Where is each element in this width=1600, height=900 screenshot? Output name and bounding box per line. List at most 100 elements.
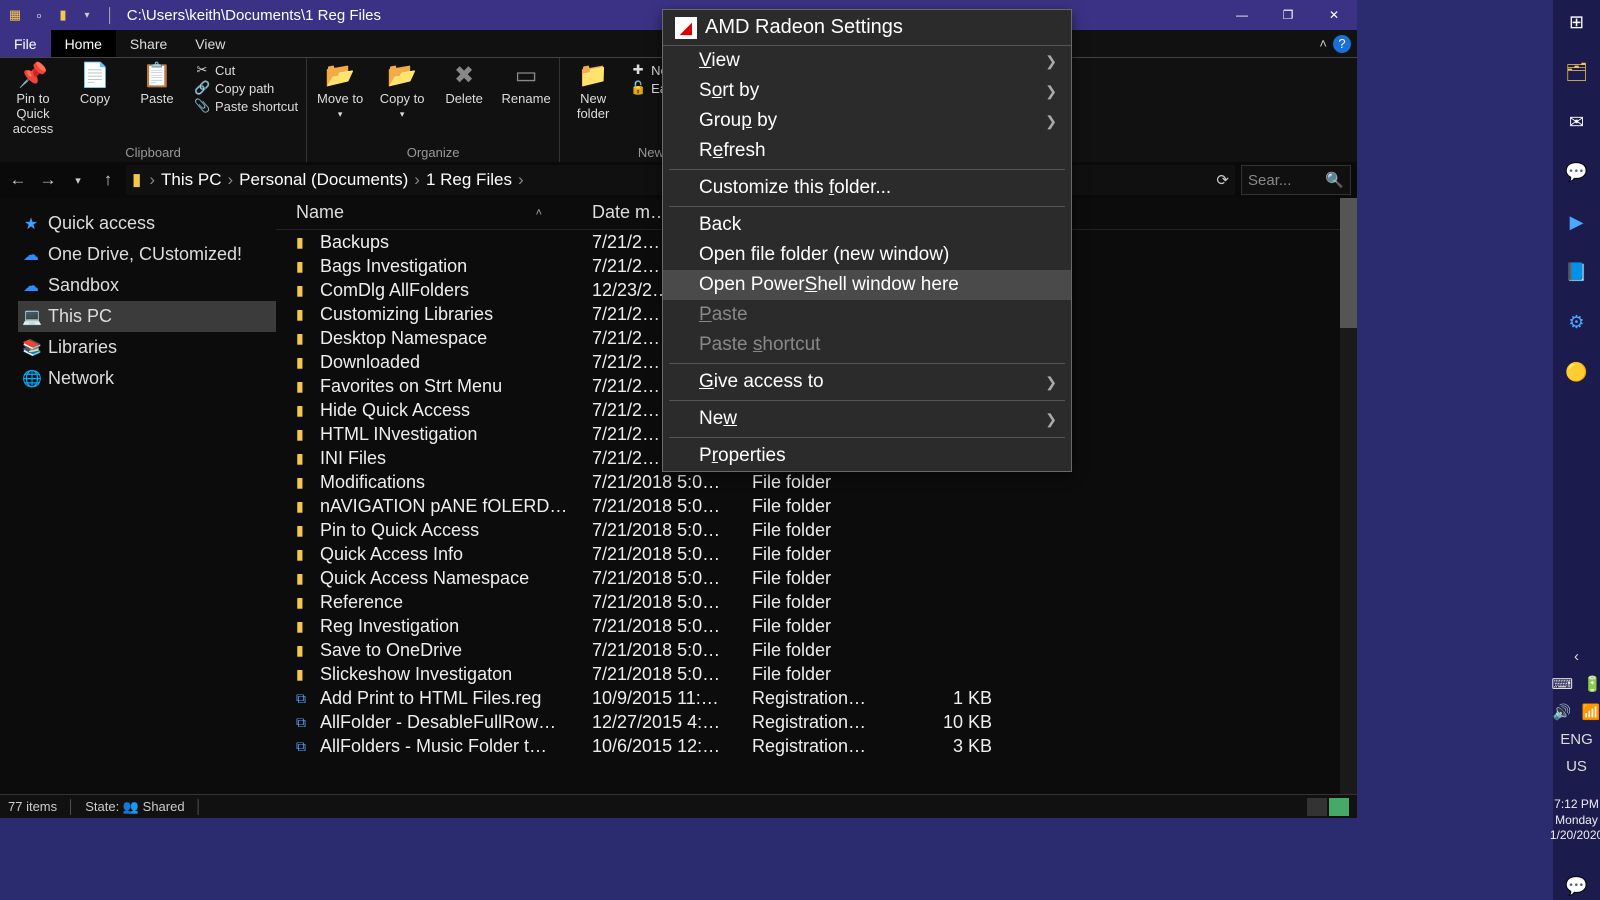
chevron-right-icon[interactable]: ›	[518, 170, 524, 190]
file-row[interactable]: ▮Reference7/21/2018 5:0…File folder	[276, 590, 1357, 614]
taskbar-chrome-icon[interactable]: 🟡	[1563, 358, 1591, 386]
ribbon-collapse-icon[interactable]: ˄	[1319, 36, 1327, 51]
chevron-right-icon[interactable]: ›	[228, 170, 234, 190]
moveto-button[interactable]: 📂Move to▾	[311, 60, 369, 119]
context-menu-item[interactable]: View❯	[663, 46, 1071, 76]
file-row[interactable]: ⧉AllFolder - DesableFullRow…12/27/2015 4…	[276, 710, 1357, 734]
copyto-button[interactable]: 📂Copy to▾	[373, 60, 431, 119]
tray-expand-icon[interactable]: ‹	[1574, 648, 1579, 665]
tray-language[interactable]: ENG	[1560, 731, 1593, 748]
cut-button[interactable]: ✂Cut	[190, 62, 302, 78]
file-name: Reg Investigation	[320, 616, 592, 637]
delete-button[interactable]: ✖Delete	[435, 60, 493, 107]
context-menu-item[interactable]: Back	[663, 210, 1071, 240]
file-row[interactable]: ▮Pin to Quick Access7/21/2018 5:0…File f…	[276, 518, 1357, 542]
view-details-button[interactable]	[1307, 798, 1327, 816]
taskbar-mail-icon[interactable]: ✉	[1563, 108, 1591, 136]
file-row[interactable]: ⧉AllFolders - Music Folder t…10/6/2015 1…	[276, 734, 1357, 758]
navpane-item[interactable]: 🌐Network	[18, 363, 276, 394]
vertical-scrollbar[interactable]	[1340, 198, 1357, 794]
context-menu-item[interactable]: Refresh	[663, 136, 1071, 166]
col-name[interactable]: Name	[296, 202, 344, 223]
taskbar-notes-icon[interactable]: 📘	[1563, 258, 1591, 286]
newfolder-button[interactable]: 📁New folder	[564, 60, 622, 122]
navpane-item[interactable]: ☁Sandbox	[18, 270, 276, 301]
tab-file[interactable]: File	[0, 30, 51, 57]
minimize-button[interactable]: —	[1219, 0, 1265, 30]
file-row[interactable]: ▮Reg Investigation7/21/2018 5:0…File fol…	[276, 614, 1357, 638]
qat-save-icon[interactable]: ▫	[30, 6, 48, 24]
file-type: Registration…	[752, 688, 922, 709]
taskbar[interactable]: ⊞ 🗂 ✉ 💬 ▶ 📘 ⚙ 🟡 ‹ ⌨ 🔋 🔊 📶 ENG US 7:12 PM M…	[1553, 0, 1600, 900]
qat-folder-icon[interactable]: ▮	[54, 6, 72, 24]
navpane-item-icon: 📚	[22, 338, 40, 358]
pasteshortcut-button[interactable]: 📎Paste shortcut	[190, 98, 302, 114]
context-menu-item[interactable]: Sort by❯	[663, 76, 1071, 106]
nav-forward-button[interactable]: →	[36, 168, 60, 192]
taskbar-clock[interactable]: 7:12 PM Monday 1/20/2020	[1550, 797, 1600, 850]
nav-history-button[interactable]: ▾	[66, 168, 90, 192]
tab-view[interactable]: View	[181, 30, 239, 57]
taskbar-settings-icon[interactable]: ⚙	[1563, 308, 1591, 336]
start-button[interactable]: ⊞	[1563, 8, 1591, 36]
view-icons-button[interactable]	[1329, 798, 1349, 816]
taskbar-powershell-icon[interactable]: ▶	[1563, 208, 1591, 236]
scrollbar-thumb[interactable]	[1340, 198, 1357, 328]
context-menu-item[interactable]: Open file folder (new window)	[663, 240, 1071, 270]
chevron-right-icon[interactable]: ›	[149, 170, 155, 190]
action-center-icon[interactable]: 💬	[1563, 872, 1591, 900]
qat-dropdown-icon[interactable]: ▾	[78, 6, 96, 24]
context-menu-item[interactable]: New❯	[663, 404, 1071, 434]
file-row[interactable]: ⧉Add Print to HTML Files.reg10/9/2015 11…	[276, 686, 1357, 710]
copypath-button[interactable]: 🔗Copy path	[190, 80, 302, 96]
file-row[interactable]: ▮Quick Access Info7/21/2018 5:0…File fol…	[276, 542, 1357, 566]
file-row[interactable]: ▮Modifications7/21/2018 5:0…File folder	[276, 470, 1357, 494]
context-menu-item[interactable]: Customize this folder...	[663, 173, 1071, 203]
context-menu-item[interactable]: Give access to❯	[663, 367, 1071, 397]
nav-back-button[interactable]: ←	[6, 168, 30, 192]
context-menu[interactable]: ◢ AMD Radeon Settings View❯Sort by❯Group…	[662, 9, 1072, 472]
close-button[interactable]: ✕	[1311, 0, 1357, 30]
refresh-button[interactable]: ⟳	[1216, 171, 1229, 189]
nav-up-button[interactable]: ↑	[96, 168, 120, 192]
context-menu-item[interactable]: Open PowerShell window here	[663, 270, 1071, 300]
sort-asc-icon[interactable]: ˄	[536, 207, 592, 219]
context-menu-item[interactable]: Properties	[663, 441, 1071, 471]
taskbar-chat-icon[interactable]: 💬	[1563, 158, 1591, 186]
maximize-button[interactable]: ❐	[1265, 0, 1311, 30]
context-menu-item[interactable]: Group by❯	[663, 106, 1071, 136]
taskbar-explorer-icon[interactable]: 🗂	[1563, 58, 1591, 86]
tab-home[interactable]: Home	[51, 30, 116, 57]
crumb-documents[interactable]: Personal (Documents)	[239, 170, 408, 190]
file-row[interactable]: ▮Slickeshow Investigaton7/21/2018 5:0…Fi…	[276, 662, 1357, 686]
system-tray[interactable]: ‹ ⌨ 🔋 🔊 📶 ENG US	[1551, 648, 1600, 775]
navpane-item[interactable]: ★Quick access	[18, 208, 276, 239]
rename-button[interactable]: ▭Rename	[497, 60, 555, 107]
copy-button[interactable]: 📄Copy	[66, 60, 124, 107]
chevron-right-icon[interactable]: ›	[414, 170, 420, 190]
context-menu-header[interactable]: ◢ AMD Radeon Settings	[663, 10, 1071, 46]
tray-region[interactable]: US	[1566, 758, 1587, 775]
file-row[interactable]: ▮Quick Access Namespace7/21/2018 5:0…Fil…	[276, 566, 1357, 590]
navpane-item[interactable]: ☁One Drive, CUstomized!	[18, 239, 276, 270]
file-name: Reference	[320, 592, 592, 613]
help-icon[interactable]: ?	[1333, 35, 1351, 53]
paste-button[interactable]: 📋Paste	[128, 60, 186, 107]
tray-input-icon[interactable]: ⌨	[1551, 675, 1573, 693]
status-state: State: 👥 Shared	[85, 799, 184, 815]
rename-icon: ▭	[515, 62, 538, 90]
file-row[interactable]: ▮Save to OneDrive7/21/2018 5:0…File fold…	[276, 638, 1357, 662]
crumb-thispc[interactable]: This PC	[161, 170, 221, 190]
search-input[interactable]: Sear... 🔍	[1241, 165, 1351, 195]
navpane-item[interactable]: 💻This PC	[18, 301, 276, 332]
navpane-item-icon: ☁	[22, 245, 40, 265]
file-row[interactable]: ▮nAVIGATION pANE fOLERD…7/21/2018 5:0…Fi…	[276, 494, 1357, 518]
tab-share[interactable]: Share	[116, 30, 181, 57]
tray-volume-icon[interactable]: 🔊	[1553, 703, 1572, 721]
tray-wifi-icon[interactable]: 📶	[1582, 703, 1600, 721]
crumb-regfiles[interactable]: 1 Reg Files	[426, 170, 512, 190]
navpane-item[interactable]: 📚Libraries	[18, 332, 276, 363]
file-name: Favorites on Strt Menu	[320, 376, 592, 397]
tray-battery-icon[interactable]: 🔋	[1583, 675, 1600, 693]
pin-quickaccess-button[interactable]: 📌Pin to Quick access	[4, 60, 62, 137]
